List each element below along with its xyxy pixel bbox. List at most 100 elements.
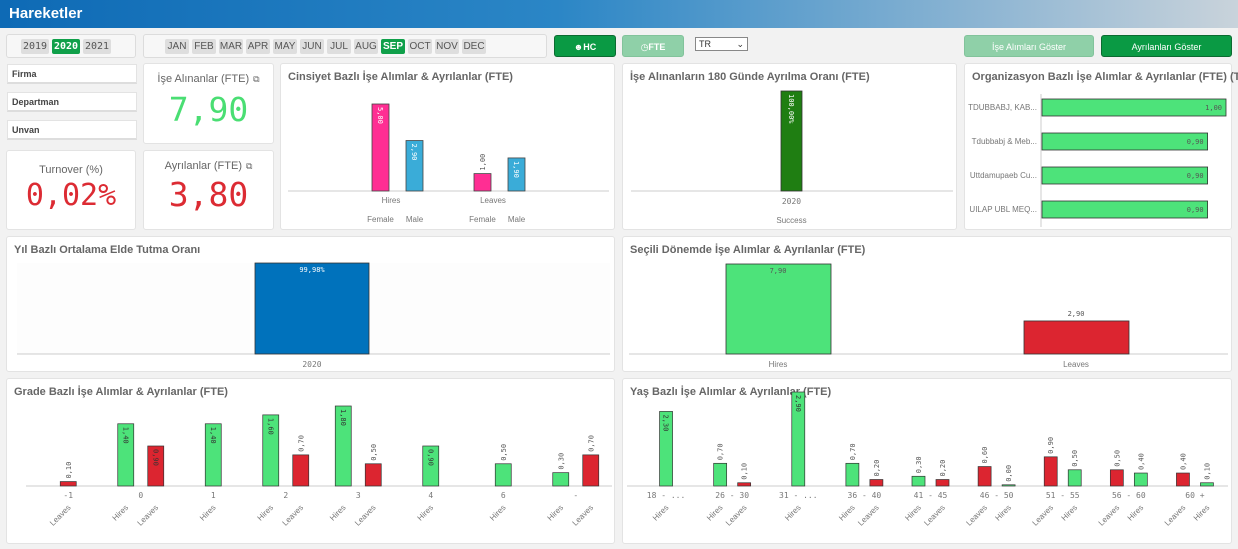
x-sublabel: Hires (705, 503, 725, 523)
bar-value-label: 1,60 (266, 418, 274, 435)
bar-value-label: 0,50 (500, 444, 508, 461)
x-tick-label: 51 - 55 (1046, 491, 1080, 500)
bar-leaves (977, 466, 992, 487)
bar-leaves (935, 479, 950, 487)
grade-chart: 0,10Leaves-11,40Hires0,90Leaves01,40Hire… (26, 405, 612, 528)
month-button-feb[interactable]: FEB (192, 39, 216, 54)
bar-value-label: 0,90 (1187, 172, 1204, 180)
x-sublabel: Hires (837, 503, 857, 523)
bar-hires (494, 463, 512, 487)
org-chart: 1,00 TDUBBABJ, KAB... 0,90 Tdubbabj & Meb..… (968, 94, 1227, 227)
bar-value-label: 1,40 (121, 427, 129, 444)
bar-value-label: 2,90 (794, 395, 802, 412)
filter-departman[interactable]: Departman (7, 92, 137, 112)
period-chart: 7,90 Hires 2,90 Leaves (629, 263, 1228, 369)
fte-button[interactable]: ◷FTE (622, 35, 684, 57)
bar-value-label: 0,90 (151, 449, 159, 466)
month-button-aug[interactable]: AUG (354, 39, 378, 54)
external-link-icon[interactable]: ⧉ (253, 74, 259, 84)
bar-value-label: 7,90 (770, 267, 787, 275)
success180-chart-panel: İşe Alınanların 180 Günde Ayrılma Oranı … (622, 63, 957, 230)
x-sublabel: Hires (546, 503, 566, 523)
bar-value-label: 1,00 (479, 154, 487, 171)
bar-leaves (1109, 469, 1124, 487)
x-tick-label: 0 (138, 491, 143, 500)
month-button-apr[interactable]: APR (246, 39, 270, 54)
bar-value-label: 0,70 (849, 443, 857, 460)
month-button-oct[interactable]: OCT (408, 39, 432, 54)
kpi-hires-label: İşe Alınanlar (FTE) (157, 73, 250, 85)
filter-unvan[interactable]: Unvan (7, 120, 137, 140)
x-tick-label: 2020 (302, 360, 321, 369)
users-icon: ☻ (573, 42, 584, 52)
bar-leaves (364, 463, 382, 487)
language-select[interactable]: TR ⌄ (695, 37, 748, 51)
kpi-turnover-value: 0,02% (25, 178, 117, 213)
x-sublabel: Hires (1126, 503, 1146, 523)
bar-org (1041, 166, 1209, 185)
bar-hires (1133, 472, 1148, 487)
bar-hires (713, 462, 728, 487)
x-tick-label: 18 - ... (647, 491, 686, 500)
month-button-may[interactable]: MAY (273, 39, 297, 54)
bar-value-label: 2,30 (662, 414, 670, 431)
success180-chart: 100,00% 2020 Success (631, 90, 953, 225)
bar-value-label: 100,00% (787, 94, 795, 124)
bar-value-label: 0,50 (370, 444, 378, 461)
show-hires-button[interactable]: İşe Alımları Göster (964, 35, 1094, 57)
x-sublabel: Leaves (964, 503, 989, 528)
kpi-hires-value: 7,90 (168, 90, 249, 129)
x-sublabel: Leaves (922, 503, 947, 528)
show-leaves-button[interactable]: Ayrılanları Göster (1101, 35, 1232, 57)
hc-button[interactable]: ☻HC (554, 35, 616, 57)
period-chart-panel: Seçili Dönemde İşe Alımlar & Ayrılanlar … (622, 236, 1232, 372)
year-button-2021[interactable]: 2021 (83, 39, 111, 54)
x-sublabel: Male (406, 215, 424, 224)
retention-chart: 99,98% 2020 (17, 262, 610, 369)
bar-value-label: 0,90 (1047, 437, 1055, 454)
chevron-down-icon: ⌄ (736, 39, 744, 49)
bar-value-label: 0,10 (1203, 463, 1211, 480)
external-link-icon[interactable]: ⧉ (246, 161, 252, 171)
bar-value-label: 0,20 (873, 460, 881, 477)
x-sublabel: Leaves (281, 503, 306, 528)
bar-value-label: 99,98% (299, 266, 325, 274)
year-button-2020[interactable]: 2020 (52, 39, 80, 54)
bar-value-label: 0,50 (1071, 450, 1079, 467)
x-tick-label: 3 (356, 491, 361, 500)
y-tick-label: TDUBBABJ, KAB... (968, 103, 1037, 112)
year-button-2019[interactable]: 2019 (21, 39, 49, 54)
bar-hires (1200, 482, 1214, 487)
x-tick-label: Hires (382, 196, 401, 205)
month-button-jul[interactable]: JUL (327, 39, 351, 54)
x-sublabel: Leaves (1163, 503, 1188, 528)
bar-leaves (737, 482, 752, 487)
bar-leaves (869, 479, 884, 487)
x-tick-label: Leaves (1063, 360, 1089, 369)
bar-leaves (1176, 472, 1190, 487)
age-chart: 2,30 Hires 18 - ... 0,70 Hires 0,10 Leaves 26 -… (627, 391, 1228, 528)
bar-leaves-female (473, 173, 492, 192)
x-sublabel: Hires (1060, 503, 1080, 523)
bar-value-label: 0,10 (65, 462, 73, 479)
month-button-mar[interactable]: MAR (219, 39, 243, 54)
x-tick-label: 41 - 45 (914, 491, 948, 500)
month-button-jan[interactable]: JAN (165, 39, 189, 54)
bar-value-label: 0,50 (1113, 450, 1121, 467)
x-tick-label: 36 - 40 (848, 491, 882, 500)
bar-retention (254, 262, 370, 355)
x-sublabel: Hires (903, 503, 923, 523)
x-tick-label: -1 (63, 491, 73, 500)
y-tick-label: UILAP UBL MEQ... (969, 205, 1037, 214)
app-title: Hareketler (9, 5, 83, 22)
x-sublabel: Leaves (571, 503, 596, 528)
x-sublabel: Female (367, 215, 394, 224)
month-button-sep[interactable]: SEP (381, 39, 405, 54)
month-button-jun[interactable]: JUN (300, 39, 324, 54)
filter-firma[interactable]: Firma (7, 64, 137, 84)
x-tick-label: - (573, 491, 578, 500)
month-button-nov[interactable]: NOV (435, 39, 459, 54)
bar-value-label: 0,30 (915, 456, 923, 473)
bar-org (1041, 98, 1227, 117)
month-button-dec[interactable]: DEC (462, 39, 486, 54)
